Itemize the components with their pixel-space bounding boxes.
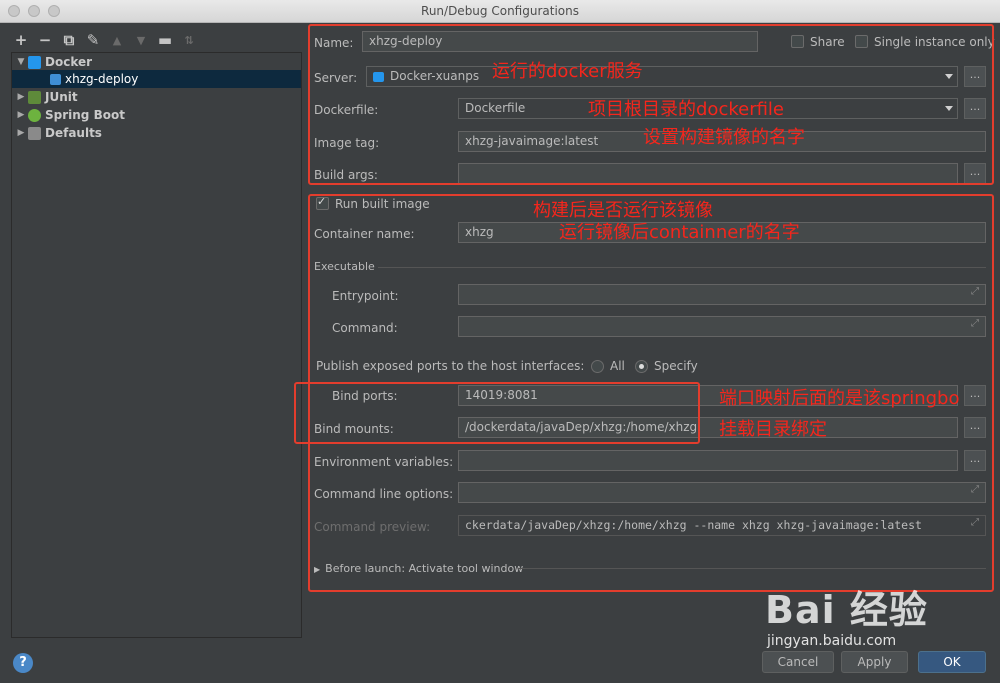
tree-item-defaults[interactable]: ▶ Defaults [14, 124, 102, 142]
tree-item-spring-boot[interactable]: ▶ Spring Boot [14, 106, 125, 124]
remove-icon[interactable]: − [36, 31, 54, 49]
wrench-icon [28, 126, 41, 140]
annotation-port-mapping: 端口映射后面的是该springbo [719, 388, 960, 409]
collapsed-arrow-icon[interactable]: ▶ [14, 124, 28, 142]
annotation-container-name: 运行镜像后containner的名字 [559, 222, 800, 243]
annotation-docker-service: 运行的docker服务 [492, 61, 643, 82]
annotation-image-name: 设置构建镜像的名字 [643, 127, 805, 148]
baidu-watermark: Bai 经验 jingyan.baidu.com [765, 575, 1000, 655]
add-icon[interactable]: + [12, 31, 30, 49]
expanded-arrow-icon[interactable]: ▼ [14, 53, 28, 71]
collapsed-arrow-icon[interactable]: ▶ [14, 88, 28, 106]
copy-icon[interactable]: ⧉ [60, 31, 78, 49]
annotation-dockerfile: 项目根目录的dockerfile [588, 99, 785, 120]
folder-icon[interactable]: ▬ [156, 31, 174, 49]
sort-icon[interactable]: ⇅ [180, 31, 198, 49]
config-toolbar: + − ⧉ ✎ ▲ ▼ ▬ ⇅ [12, 30, 198, 50]
collapsed-arrow-icon[interactable]: ▶ [14, 106, 28, 124]
title-bar: Run/Debug Configurations [0, 0, 1000, 23]
move-up-icon[interactable]: ▲ [108, 31, 126, 49]
wrench-icon[interactable]: ✎ [84, 31, 102, 49]
config-tree: ▼ Docker xhzg-deploy ▶ JUnit ▶ Spring Bo… [11, 52, 302, 638]
annotation-box-ports [294, 382, 700, 444]
watermark-brand: Bai 经验 [765, 588, 928, 632]
help-button[interactable]: ? [13, 653, 33, 673]
move-down-icon[interactable]: ▼ [132, 31, 150, 49]
window-title: Run/Debug Configurations [421, 4, 579, 18]
docker-deploy-icon [50, 73, 61, 85]
junit-icon [28, 90, 41, 104]
watermark-url: jingyan.baidu.com [767, 633, 897, 649]
spring-boot-icon [28, 108, 41, 122]
tree-item-docker[interactable]: ▼ Docker [14, 53, 93, 71]
tree-item-junit[interactable]: ▶ JUnit [14, 88, 78, 106]
tree-item-xhzg-deploy[interactable]: xhzg-deploy [12, 70, 301, 88]
docker-icon [28, 55, 41, 69]
annotation-mount: 挂载目录绑定 [719, 419, 827, 440]
